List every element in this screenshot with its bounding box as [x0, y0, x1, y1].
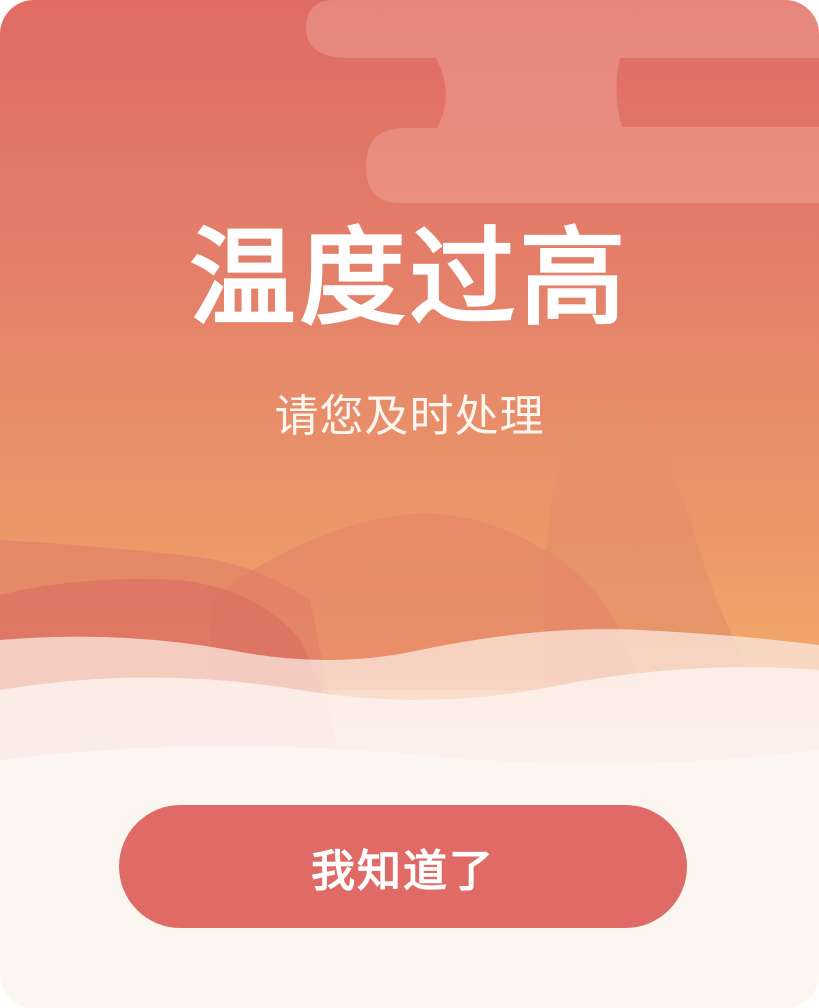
- alert-dialog: 温度过高 请您及时处理 我知道了: [0, 0, 819, 1008]
- alert-title: 温度过高: [189, 217, 630, 340]
- cloud-decoration: [306, 0, 819, 203]
- alert-message: 请您及时处理: [274, 391, 545, 442]
- confirm-button[interactable]: 我知道了: [119, 805, 687, 928]
